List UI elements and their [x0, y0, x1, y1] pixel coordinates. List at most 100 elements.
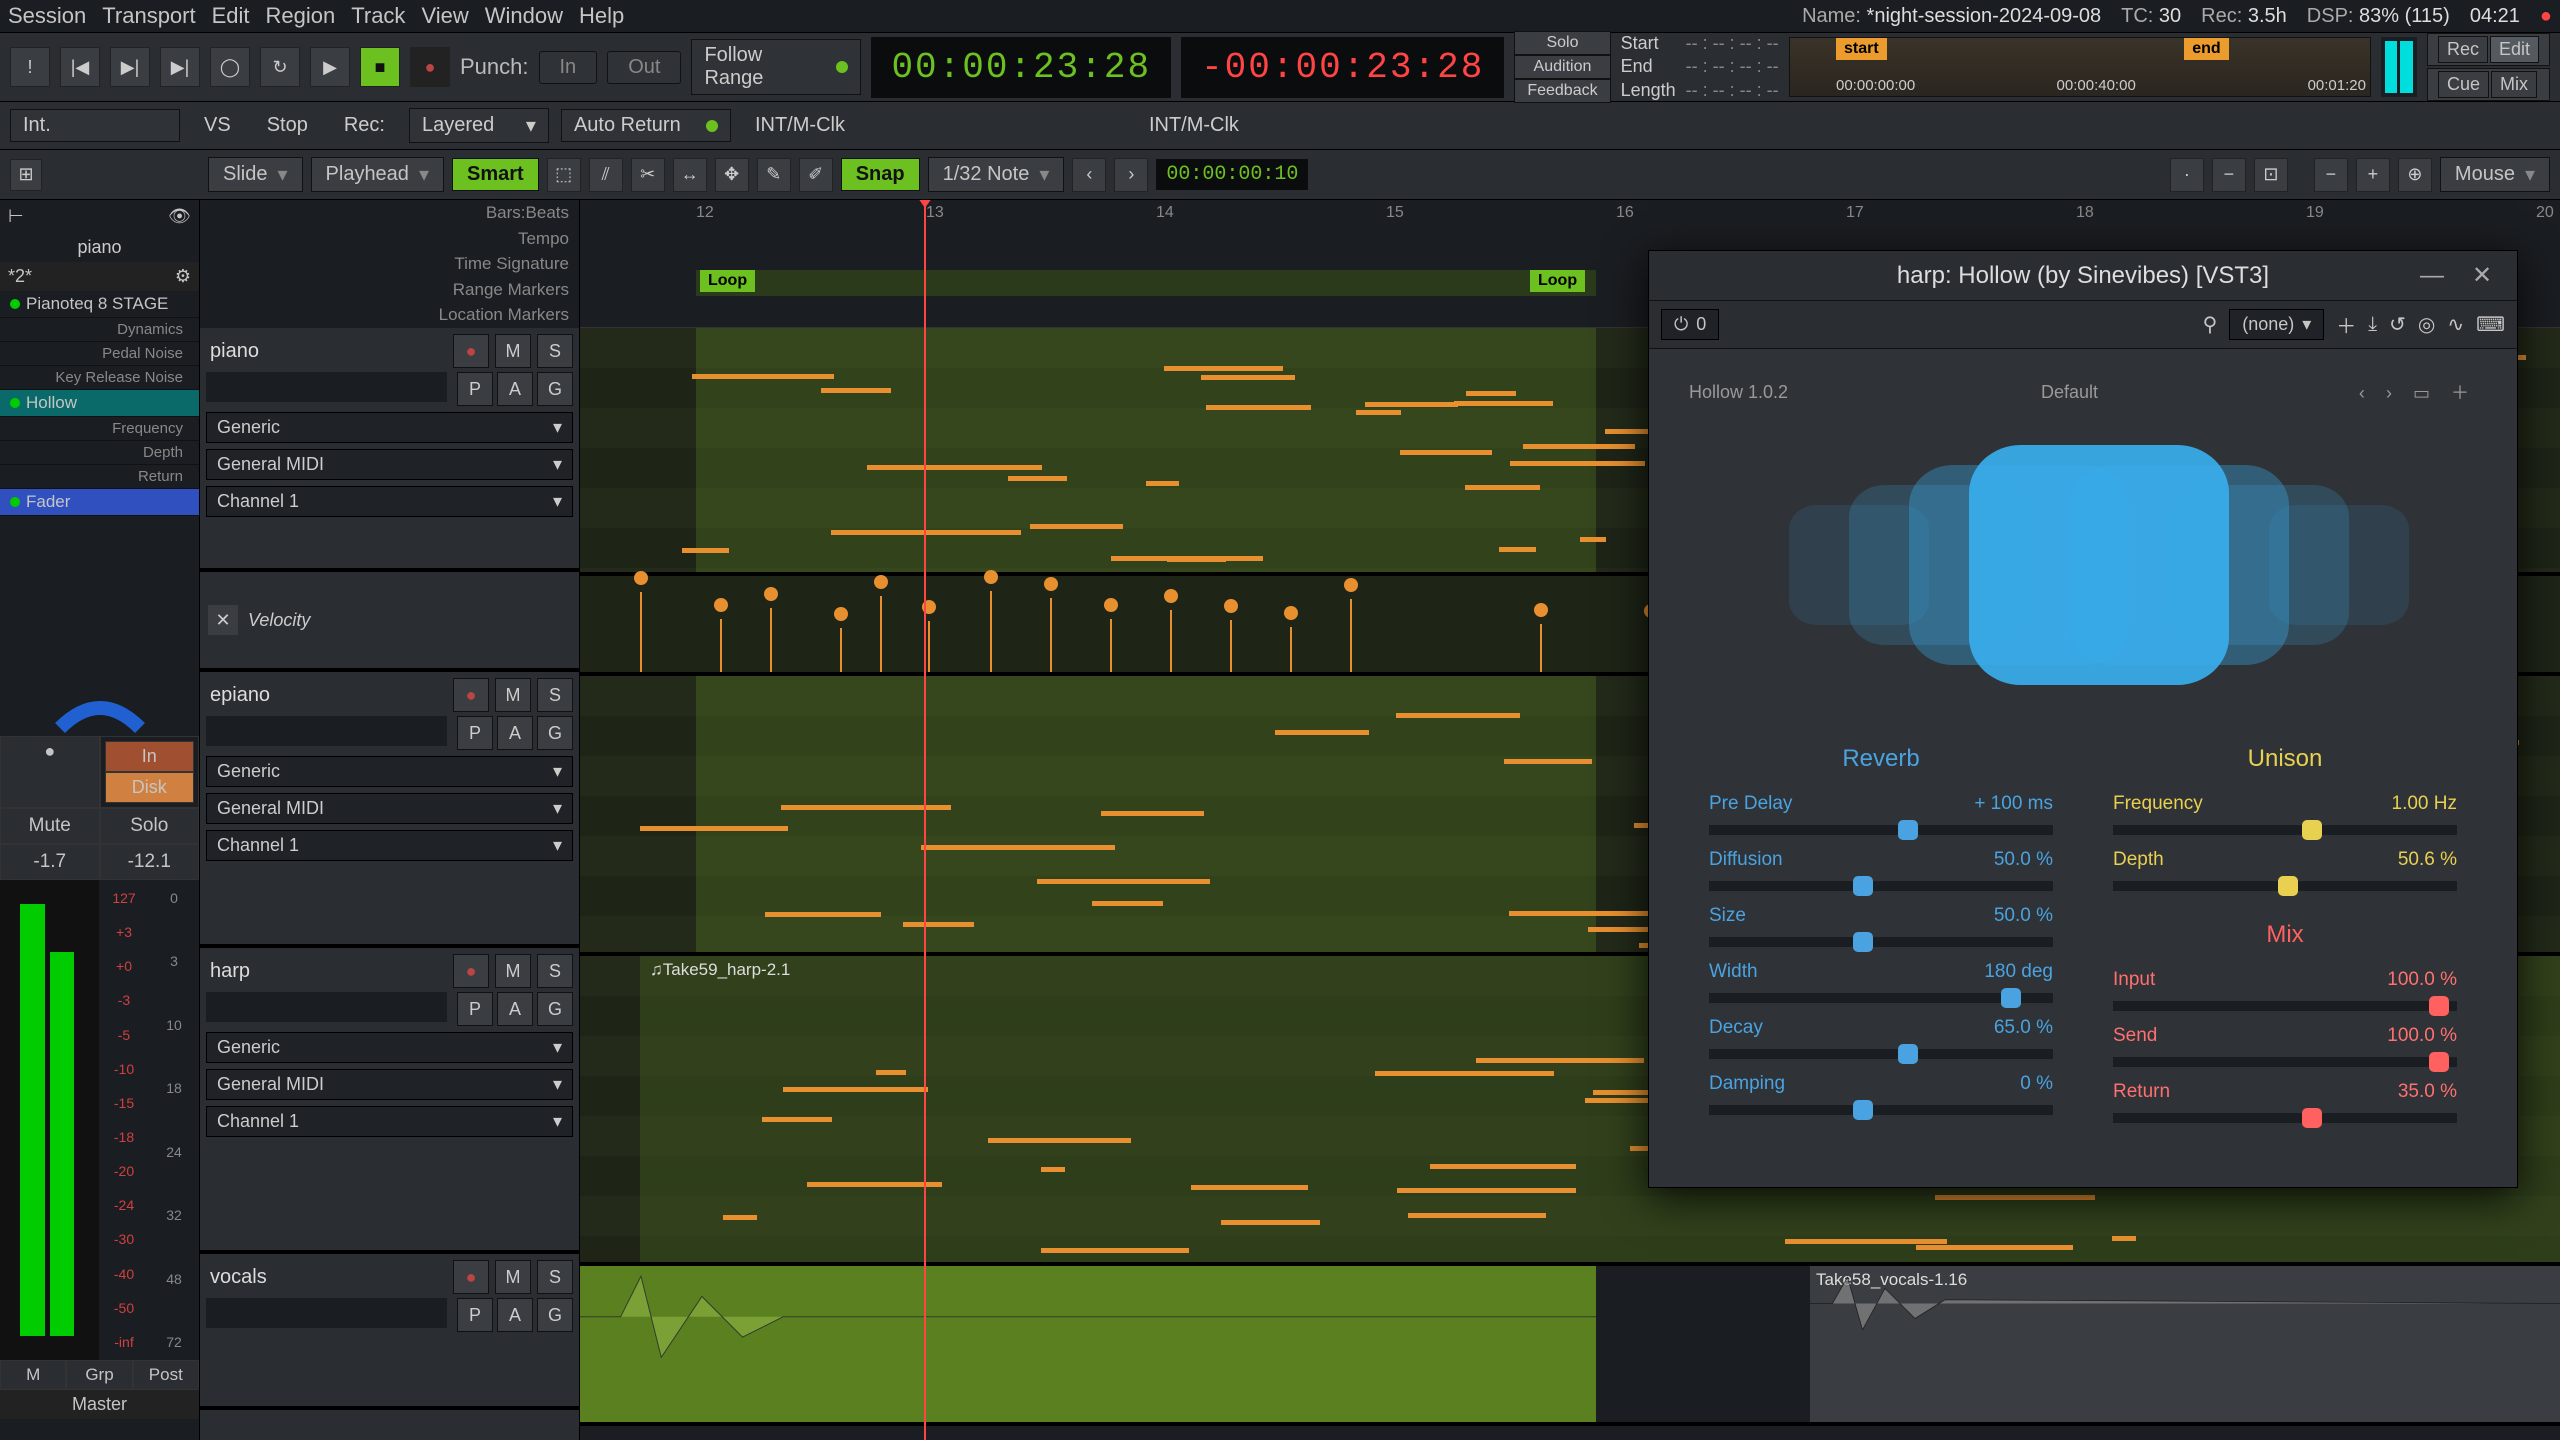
punch-in-button[interactable]: In [539, 51, 598, 84]
punch-out-button[interactable]: Out [607, 51, 681, 84]
menu-window[interactable]: Window [485, 3, 563, 29]
primary-clock[interactable]: 00:00:23:28 [871, 37, 1171, 98]
reset-icon[interactable]: ↺ [2389, 312, 2406, 337]
zoom-focus-dropdown[interactable]: Mouse▾ [2440, 157, 2550, 192]
rec-arm[interactable]: ● [453, 1260, 489, 1294]
cut-tool-icon[interactable]: ✂ [631, 158, 665, 192]
secondary-clock[interactable]: -00:00:23:28 [1181, 37, 1504, 98]
track-lane-vocals[interactable]: Take58_vocals-1.16 [580, 1266, 2560, 1426]
play-loop-button[interactable]: ▶| [160, 47, 200, 87]
group[interactable]: G [537, 372, 573, 406]
param-pre-delay[interactable]: Pre Delay+ 100 ms [1709, 793, 2053, 835]
stop-button[interactable]: ■ [360, 47, 400, 87]
sync-source-dropdown[interactable]: Int. [10, 109, 180, 142]
plugin-row-fader[interactable]: Fader [0, 489, 199, 516]
param-depth[interactable]: Depth50.6 % [2113, 849, 2457, 891]
nudge-clock[interactable]: 00:00:00:10 [1156, 159, 1308, 190]
dd[interactable]: Channel 1▾ [206, 1106, 573, 1137]
grp-button[interactable]: Grp [66, 1360, 132, 1390]
rec-arm[interactable]: ● [453, 678, 489, 712]
automation[interactable]: A [497, 992, 533, 1026]
vocal-region-2[interactable]: Take58_vocals-1.16 [1810, 1266, 2560, 1422]
edit-point-dropdown[interactable]: Playhead▾ [311, 157, 444, 192]
move-tool-icon[interactable]: ✥ [715, 158, 749, 192]
play-button[interactable]: ▶ [310, 47, 350, 87]
param-size[interactable]: Size50.0 % [1709, 905, 2053, 947]
track-header-piano[interactable]: piano ● M S P A GGeneric▾General MIDI▾Ch… [200, 328, 579, 572]
playlist[interactable]: P [457, 716, 493, 750]
vocal-region-1[interactable] [580, 1266, 1596, 1422]
snap-button[interactable]: Snap [841, 158, 920, 191]
edit-mode-button[interactable]: Edit [2490, 36, 2539, 63]
playhead[interactable] [924, 200, 926, 1440]
param-return[interactable]: Return35.0 % [2113, 1081, 2457, 1123]
param-decay[interactable]: Decay65.0 % [1709, 1017, 2053, 1059]
save-preset-icon[interactable]: ⤓ [2368, 313, 2377, 336]
group[interactable]: G [537, 1298, 573, 1332]
zoom-in-h-icon[interactable]: ⊡ [2254, 158, 2288, 192]
plugin-row-frequency[interactable]: Frequency [0, 417, 199, 441]
solo[interactable]: S [537, 334, 573, 368]
zoom-out-h-icon[interactable]: − [2212, 158, 2246, 192]
stretch-tool-icon[interactable]: ↔ [673, 158, 707, 192]
input-icon[interactable]: ⊢ [8, 206, 24, 227]
m-button[interactable]: M [0, 1360, 66, 1390]
dd[interactable]: Generic▾ [206, 412, 573, 443]
preset-selector[interactable]: (none) ▾ [2229, 309, 2324, 340]
object-tool-icon[interactable]: ⬚ [547, 158, 581, 192]
dd[interactable]: Generic▾ [206, 756, 573, 787]
goto-start-button[interactable]: |◀ [60, 47, 100, 87]
param-frequency[interactable]: Frequency1.00 Hz [2113, 793, 2457, 835]
error-log-icon[interactable]: ● [2540, 5, 2552, 28]
zoom-fit-icon[interactable]: ⊕ [2398, 158, 2432, 192]
mute[interactable]: M [495, 334, 531, 368]
mini-timeline[interactable]: start end 00:00:00:00 00:00:40:00 00:01:… [1789, 37, 2371, 97]
fader[interactable]: 127+3+0-3-5-10-15-18-20-24-30-40-50-inf … [0, 880, 199, 1360]
cue-mode-button[interactable]: Cue [2438, 71, 2489, 98]
minimize-icon[interactable]: — [2417, 261, 2447, 291]
bypass-button[interactable]: ⏻ 0 [1661, 309, 1719, 340]
param-send[interactable]: Send100.0 % [2113, 1025, 2457, 1067]
menu-edit[interactable]: Edit [212, 3, 250, 29]
menu-session[interactable]: Session [8, 3, 86, 29]
midi-panic-button[interactable]: ! [10, 47, 50, 87]
nudge-next-icon[interactable]: › [1114, 158, 1148, 192]
zoom-out-v-icon[interactable]: − [2314, 158, 2348, 192]
dd[interactable]: Channel 1▾ [206, 486, 573, 517]
record-button[interactable]: ● [410, 47, 450, 87]
edit-mode-slide[interactable]: Slide▾ [208, 157, 303, 192]
hide-icon[interactable]: 👁 [168, 206, 191, 227]
dd[interactable]: Generic▾ [206, 1032, 573, 1063]
param-damping[interactable]: Damping0 % [1709, 1073, 2053, 1115]
dd[interactable]: General MIDI▾ [206, 449, 573, 480]
pan-knob[interactable] [0, 696, 199, 736]
automation-icon[interactable]: ◎ [2418, 312, 2435, 337]
playlist[interactable]: P [457, 1298, 493, 1332]
nudge-prev-icon[interactable]: ‹ [1072, 158, 1106, 192]
auto-return-dropdown[interactable]: Auto Return [561, 109, 731, 142]
pin-icon[interactable]: ⚲ [2203, 312, 2218, 337]
keyboard-icon[interactable]: ⌨ [2476, 312, 2505, 337]
rec-arm-button[interactable]: ● [0, 736, 100, 808]
strip-track-name[interactable]: piano [0, 233, 199, 262]
mute-button[interactable]: Mute [0, 808, 100, 844]
plugin-row-depth[interactable]: Depth [0, 441, 199, 465]
window-icon[interactable]: ▭ [2413, 383, 2430, 403]
automation[interactable]: A [497, 716, 533, 750]
group[interactable]: G [537, 716, 573, 750]
latency-icon[interactable]: ∿ [2447, 312, 2464, 337]
settings-icon[interactable]: ⚙ [175, 266, 191, 287]
plugin-titlebar[interactable]: harp: Hollow (by Sinevibes) [VST3] — ✕ [1649, 251, 2517, 301]
rec-arm[interactable]: ● [453, 334, 489, 368]
plugin-row-return[interactable]: Return [0, 465, 199, 489]
automation[interactable]: A [497, 1298, 533, 1332]
start-marker[interactable]: start [1836, 38, 1887, 60]
rec-mode-button[interactable]: Rec [2438, 36, 2488, 63]
menu-transport[interactable]: Transport [102, 3, 195, 29]
feedback-alert-button[interactable]: Feedback [1514, 79, 1610, 103]
next-preset-icon[interactable]: › [2386, 383, 2392, 403]
dd[interactable]: General MIDI▾ [206, 793, 573, 824]
loop-end-marker[interactable]: Loop [1530, 270, 1585, 292]
close-velocity-icon[interactable]: ✕ [208, 605, 238, 635]
plugin-row-hollow[interactable]: Hollow [0, 390, 199, 417]
